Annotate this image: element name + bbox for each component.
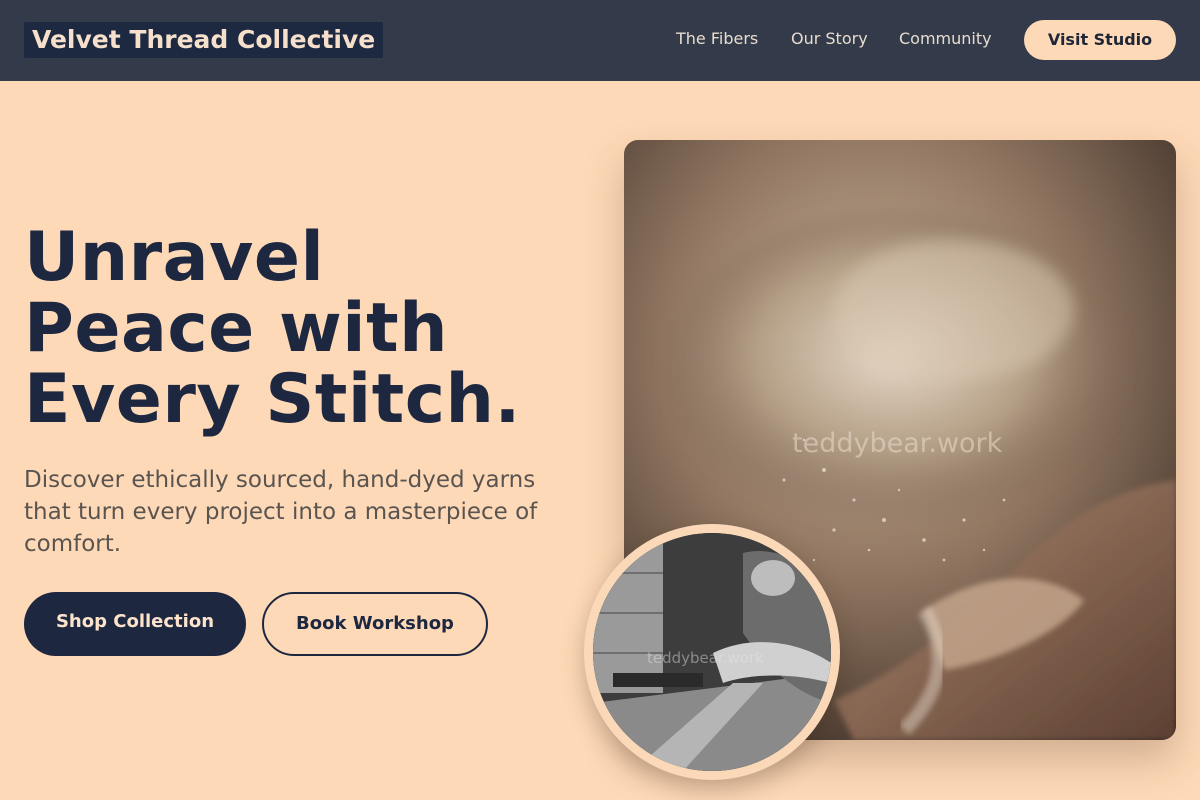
inset-image-woodworker: teddybear.work (593, 533, 831, 771)
book-workshop-button[interactable]: Book Workshop (262, 592, 488, 656)
headline-line: Every Stitch. (24, 360, 521, 439)
hero-subtext: Discover ethically sourced, hand-dyed ya… (24, 467, 538, 557)
nav-link-the-fibers[interactable]: The Fibers (676, 29, 758, 49)
nav-link-community[interactable]: Community (899, 29, 992, 49)
watermark-text: teddybear.work (792, 428, 1003, 459)
visit-studio-button[interactable]: Visit Studio (1024, 20, 1176, 60)
nav-link-our-story[interactable]: Our Story (791, 29, 868, 49)
brand-logo[interactable]: Velvet Thread Collective (24, 22, 384, 58)
inset-watermark-text: teddybear.work (647, 649, 764, 667)
headline-line: Peace with (24, 289, 448, 368)
headline-line: Unravel (24, 218, 325, 297)
inset-photo-frame: teddybear.work (584, 524, 840, 780)
hero-headline: Unravel Peace with Every Stitch. (24, 222, 594, 435)
site-header: Velvet Thread Collective The Fibers Our … (0, 0, 1200, 81)
shop-collection-button[interactable]: Shop Collection (24, 592, 246, 656)
